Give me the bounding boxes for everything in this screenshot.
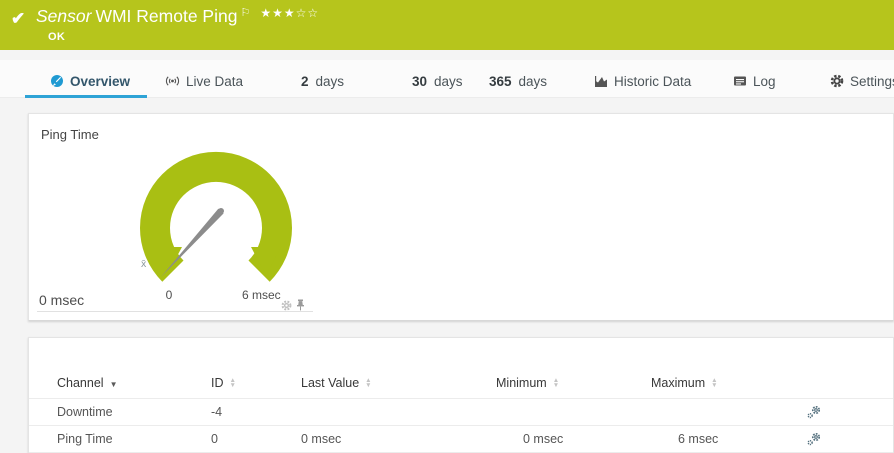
sort-both-icon: ▲ ▼: [365, 377, 372, 389]
cell-maximum: 6 msec: [678, 432, 719, 446]
cell-last-value: 0 msec: [301, 432, 342, 446]
table-header-row: Channel ▼ ID ▲ ▼ Last Value ▲ ▼ Minimum ▲ ▼…: [29, 368, 893, 398]
tab-label: Live Data: [186, 73, 244, 89]
tab-label: Settings: [850, 73, 894, 89]
gauge-average-marker: x̄: [141, 258, 147, 270]
cell-channel: Downtime: [57, 405, 113, 419]
tab-log[interactable]: Log: [733, 71, 776, 91]
sensor-title: WMI Remote Ping: [95, 6, 238, 26]
sort-both-icon: ▲ ▼: [229, 377, 236, 389]
cell-minimum: 0 msec: [523, 432, 564, 446]
gauge-scale-min: 0: [165, 288, 173, 302]
gauge-panel: Ping Time x̄ 0 6 msec 0 msec: [28, 113, 894, 321]
pin-icon[interactable]: [296, 299, 305, 311]
column-label: Maximum: [651, 376, 706, 390]
prtg-sensor-page: ✔ Sensor WMI Remote Ping ⚐ ★★★☆☆ OK Overvie…: [0, 0, 894, 453]
sensor-title-line: Sensor WMI Remote Ping ⚐ ★★★☆☆: [36, 6, 319, 27]
table-row-downtime: Downtime -4: [29, 398, 893, 425]
tab-label: Historic Data: [614, 73, 692, 89]
cell-channel: Ping Time: [57, 432, 113, 446]
cell-id: 0: [211, 432, 218, 446]
channel-table-panel: Channel ▼ ID ▲ ▼ Last Value ▲ ▼ Minimum ▲ ▼…: [28, 337, 894, 453]
column-header-maximum[interactable]: Maximum ▲ ▼: [651, 376, 806, 390]
gear-icon[interactable]: [281, 300, 292, 311]
tab-label: Log: [753, 73, 776, 89]
gauge-baseline: [37, 311, 313, 312]
channel-settings-cogs-icon[interactable]: [806, 405, 822, 419]
sort-both-icon: ▲ ▼: [552, 377, 560, 389]
tab-2-days[interactable]: 2 days: [301, 71, 344, 91]
tab-label: Overview: [70, 73, 131, 89]
column-header-id[interactable]: ID ▲ ▼: [211, 376, 301, 390]
sort-desc-icon: ▼: [109, 379, 118, 389]
column-header-minimum[interactable]: Minimum ▲ ▼: [496, 376, 651, 390]
log-icon: [734, 76, 746, 86]
tab-label: days: [434, 73, 463, 89]
area-chart-icon: [595, 75, 607, 87]
tab-number: 30: [412, 73, 428, 89]
channel-settings-cogs-icon[interactable]: [806, 432, 822, 446]
gauge-title: Ping Time: [41, 127, 99, 142]
column-label: Last Value: [301, 376, 360, 390]
gauge-current-value: 0 msec: [39, 292, 85, 308]
gauge-toolbar: [281, 299, 305, 311]
tab-365-days[interactable]: 365 days: [489, 71, 547, 91]
cell-id: -4: [211, 405, 223, 419]
priority-stars[interactable]: ★★★☆☆: [260, 6, 319, 20]
tab-overview[interactable]: Overview: [50, 71, 130, 91]
tab-settings[interactable]: Settings: [830, 71, 894, 91]
status-ok-check-icon: ✔: [11, 9, 26, 28]
column-header-channel[interactable]: Channel ▼: [57, 376, 211, 390]
tab-number: 2: [301, 73, 309, 89]
active-tab-underline: [25, 95, 147, 98]
gauge-icon: [51, 75, 63, 87]
column-label: Channel: [57, 376, 104, 390]
tab-live-data[interactable]: Live Data: [165, 71, 243, 91]
column-label: ID: [211, 376, 224, 390]
status-badge: OK: [48, 31, 66, 43]
column-label: Minimum: [496, 376, 547, 390]
stars-filled: ★★★: [260, 6, 296, 20]
live-data-icon: [165, 76, 180, 86]
flag-icon[interactable]: ⚐: [240, 7, 250, 19]
tab-30-days[interactable]: 30 days: [412, 71, 463, 91]
gear-icon: [830, 74, 844, 88]
sort-both-icon: ▲ ▼: [711, 377, 718, 389]
tab-number: 365: [489, 73, 512, 89]
tab-historic-data[interactable]: Historic Data: [594, 71, 691, 91]
tab-label: days: [315, 73, 345, 89]
column-header-last-value[interactable]: Last Value ▲ ▼: [301, 376, 496, 390]
table-row-ping-time: Ping Time 0 0 msec 0 msec 6 msec: [29, 425, 893, 452]
stars-empty: ☆☆: [295, 6, 320, 20]
tab-bar: Overview Live Data 2 days 30 days 365 da…: [0, 60, 894, 98]
tab-label: days: [518, 73, 548, 89]
sensor-header: ✔ Sensor WMI Remote Ping ⚐ ★★★☆☆ OK: [0, 0, 894, 50]
sensor-kind-label: Sensor: [36, 6, 92, 26]
